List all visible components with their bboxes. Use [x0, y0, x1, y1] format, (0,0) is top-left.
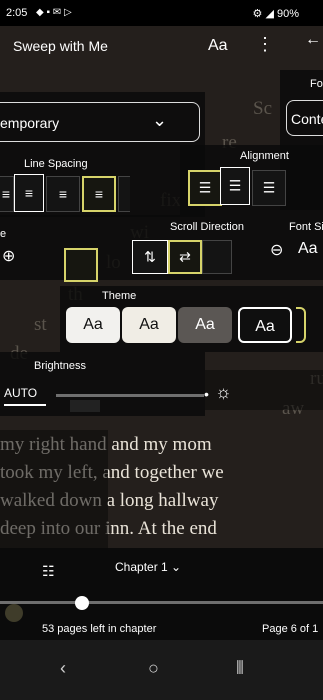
reader-fragment: Sc	[253, 98, 272, 119]
alignment-justify-option[interactable]: ☰	[220, 167, 250, 205]
brightness-slider[interactable]	[56, 394, 204, 397]
status-bar: 2:05 ◆ ▪ ✉ ▷ ⚙ ◢ 90%	[0, 0, 323, 26]
line-spacing-icon: ≡	[58, 186, 68, 202]
brightness-auto-label: AUTO	[4, 386, 38, 400]
alignment-right-option[interactable]: ☰	[252, 170, 286, 206]
text-settings-button[interactable]: Aa	[208, 37, 228, 55]
line-spacing-option[interactable]: ≡	[0, 176, 14, 212]
brightness-dot-icon: •	[204, 386, 209, 402]
more-options-icon[interactable]: ⋮	[256, 34, 274, 55]
status-time: 2:05	[6, 7, 28, 19]
page-progress-slider[interactable]	[0, 601, 323, 604]
line-spacing-option-highlighted[interactable]: ≡	[82, 176, 116, 212]
brightness-label: Brightness	[34, 360, 86, 372]
line-spacing-icon: ≡	[1, 186, 11, 202]
brightness-auto-toggle[interactable]: AUTO	[4, 384, 46, 406]
brightness-sun-icon: ☼	[215, 382, 232, 402]
theme-black-selected[interactable]: Aa	[238, 307, 292, 343]
book-title: Sweep with Me	[13, 38, 108, 54]
theme-white[interactable]: Aa	[66, 307, 120, 343]
font-dropdown-duplicate[interactable]: Contemporary	[286, 100, 323, 136]
page-of-label: Page 6 of 1	[262, 623, 319, 635]
status-notification-icons: ◆ ▪ ✉ ▷	[36, 7, 72, 18]
align-left-icon: ☰	[198, 179, 212, 196]
line-spacing-icon: ≡	[94, 186, 104, 202]
font-dropdown[interactable]: emporary ⌄	[0, 102, 200, 142]
system-navigation-bar: ‹ ○ ⦀	[0, 640, 323, 700]
chevron-down-icon: ⌄	[171, 560, 182, 574]
nav-back-icon[interactable]: ‹	[60, 658, 66, 679]
line-spacing-option[interactable]	[118, 176, 130, 212]
font-size-decrease-icon[interactable]: ⊖	[270, 240, 283, 260]
scroll-direction-label: Scroll Direction	[170, 221, 244, 233]
theme-label: Theme	[102, 290, 137, 302]
nav-home-icon[interactable]: ○	[148, 658, 159, 679]
theme-sepia[interactable]: Aa	[122, 307, 176, 343]
pages-left-label: 53 pages left in chapter	[42, 623, 157, 635]
font-dropdown-value: emporary	[0, 115, 60, 131]
theme-selected-outline	[296, 307, 306, 343]
chevron-down-icon: ⌄	[152, 110, 168, 130]
font-size-increase-icon[interactable]: ⊕	[2, 246, 15, 266]
alignment-left-option[interactable]: ☰	[188, 170, 222, 206]
font-size-label: Font Si	[289, 221, 323, 233]
nav-recents-icon[interactable]: ⦀	[236, 658, 244, 679]
toc-icon[interactable]: ☷	[42, 563, 55, 580]
scroll-option[interactable]	[202, 240, 232, 274]
reader-fragment: st	[34, 314, 47, 335]
scroll-vertical-option[interactable]: ⇅	[132, 240, 168, 274]
alignment-label: Alignment	[240, 150, 289, 162]
brightness-slider-shadow	[70, 400, 100, 412]
back-arrow-icon[interactable]: ←	[305, 31, 321, 49]
chapter-selector[interactable]: Chapter 1 ⌄	[115, 560, 181, 574]
scroll-vertical-icon: ⇅	[144, 248, 156, 265]
font-size-label-partial: e	[0, 228, 7, 240]
scroll-horizontal-option[interactable]: ⇄	[168, 240, 202, 274]
scroll-option-left[interactable]	[64, 248, 98, 282]
scroll-horizontal-icon: ⇄	[179, 248, 191, 265]
align-justify-icon: ☰	[228, 177, 242, 194]
theme-gray[interactable]: Aa	[178, 307, 232, 343]
page-search-icon[interactable]	[5, 604, 23, 622]
line-spacing-option-selected[interactable]: ≡	[14, 174, 44, 212]
line-spacing-icon: ≡	[24, 185, 34, 201]
line-spacing-label: Line Spacing	[24, 158, 88, 170]
reader-dim-overlay	[0, 430, 108, 550]
page-progress-thumb[interactable]	[75, 596, 89, 610]
line-spacing-option[interactable]: ≡	[46, 176, 80, 212]
align-right-icon: ☰	[262, 179, 276, 196]
font-size-value: Aa	[298, 240, 318, 257]
status-right: ⚙ ◢ 90%	[252, 8, 299, 20]
font-dropdown-value: Contemporary	[291, 111, 323, 127]
chapter-label: Chapter 1	[115, 560, 168, 574]
font-label: Fo	[310, 78, 323, 90]
